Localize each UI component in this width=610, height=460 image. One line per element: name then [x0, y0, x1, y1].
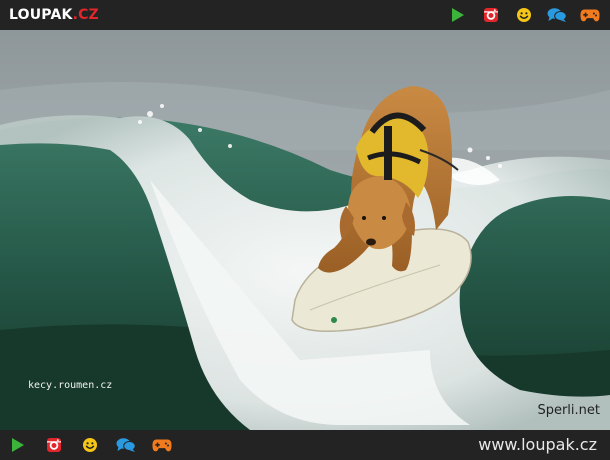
site-logo[interactable]: LOUPAK.CZ: [9, 5, 99, 25]
logo-tld: .CZ: [72, 7, 99, 23]
site-url-link[interactable]: www.loupak.cz: [478, 434, 597, 456]
smiley-icon[interactable]: [80, 436, 100, 454]
instagram-icon[interactable]: [44, 436, 64, 454]
chat-bubbles-icon[interactable]: [547, 6, 567, 24]
chat-bubbles-icon[interactable]: [116, 436, 136, 454]
play-icon[interactable]: [448, 6, 468, 24]
bottom-icon-row: [8, 435, 172, 455]
smiley-icon[interactable]: [514, 6, 534, 24]
gamepad-icon[interactable]: [152, 436, 172, 454]
logo-text: LOUPAK: [9, 7, 73, 23]
surfing-dog-photo: [0, 30, 610, 430]
instagram-icon[interactable]: [481, 6, 501, 24]
top-icon-row: [448, 5, 600, 25]
play-icon[interactable]: [8, 436, 28, 454]
gamepad-icon[interactable]: [580, 6, 600, 24]
watermark-kecy: kecy.roumen.cz: [28, 380, 113, 391]
watermark-sperli: Sperli.net: [537, 403, 600, 418]
